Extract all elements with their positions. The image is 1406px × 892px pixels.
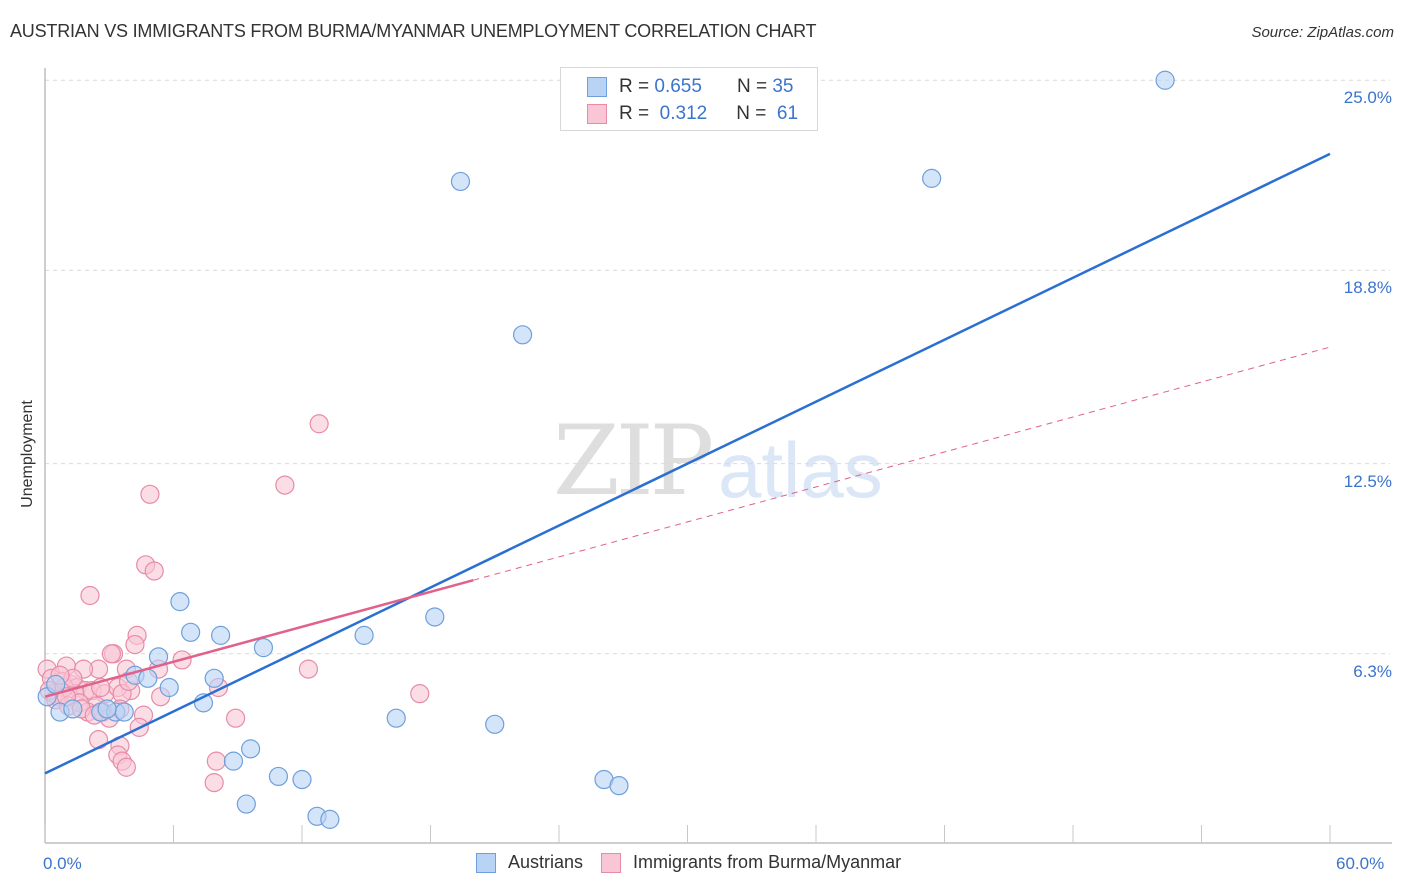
point-austrians xyxy=(292,769,312,790)
point-austrians xyxy=(97,699,117,719)
y-tick-label: 12.5% xyxy=(1343,471,1392,491)
point-immigrants xyxy=(309,414,329,434)
series-austrians-points xyxy=(37,70,1175,829)
point-austrians xyxy=(320,809,340,829)
point-austrians xyxy=(46,674,66,695)
legend-row-austrians: R = 0.655 N = 35 xyxy=(587,76,793,98)
legend-row-immigrants: R = 0.312 N = 61 xyxy=(587,103,798,125)
legend-swatch-pink xyxy=(587,104,607,124)
y-axis-title: Unemployment xyxy=(19,400,36,508)
n-value: 35 xyxy=(772,76,794,97)
point-immigrants xyxy=(144,561,164,581)
point-austrians xyxy=(114,702,134,722)
point-immigrants xyxy=(204,772,224,793)
n-label: N = xyxy=(736,76,768,97)
point-immigrants xyxy=(101,644,121,664)
legend-swatch-blue xyxy=(587,77,607,97)
point-immigrants xyxy=(125,634,145,655)
point-austrians xyxy=(241,739,261,759)
point-austrians xyxy=(223,751,244,771)
point-austrians xyxy=(181,622,201,642)
point-immigrants xyxy=(80,585,100,606)
point-immigrants xyxy=(298,659,319,679)
y-tick-label: 25.0% xyxy=(1343,88,1392,108)
point-austrians xyxy=(211,625,231,645)
point-immigrants xyxy=(88,730,109,750)
point-austrians xyxy=(485,714,505,734)
legend-swatch-pink xyxy=(601,852,622,873)
y-tick-label: 18.8% xyxy=(1343,278,1392,298)
r-label: R = xyxy=(619,76,650,97)
trend-line-immigrants xyxy=(44,578,474,698)
point-immigrants xyxy=(206,751,226,771)
point-immigrants xyxy=(410,684,430,704)
legend-item-immigrants[interactable]: Immigrants from Burma/Myanmar xyxy=(601,852,901,873)
y-tick-label: 6.3% xyxy=(1353,661,1392,681)
legend-swatch-blue xyxy=(476,852,496,873)
r-value: 0.312 xyxy=(659,103,708,124)
point-austrians xyxy=(159,677,179,698)
series-legend: Austrians Immigrants from Burma/Myanmar xyxy=(476,852,919,873)
r-value: 0.655 xyxy=(654,76,702,97)
point-austrians xyxy=(450,171,471,192)
point-austrians xyxy=(138,668,158,688)
point-immigrants xyxy=(275,475,295,495)
gridlines xyxy=(45,79,1390,655)
point-austrians xyxy=(1155,70,1175,90)
point-austrians xyxy=(425,607,445,627)
point-austrians xyxy=(268,766,289,787)
point-austrians xyxy=(922,168,942,188)
legend-label: Immigrants from Burma/Myanmar xyxy=(633,852,902,872)
point-austrians xyxy=(609,776,629,796)
point-austrians xyxy=(236,794,256,814)
scatter-plot xyxy=(37,68,1392,844)
point-austrians xyxy=(512,325,533,345)
point-austrians xyxy=(63,699,83,719)
legend-label: Austrians xyxy=(508,852,584,872)
trend-line-immigrants-extension xyxy=(473,346,1331,581)
x-tick-label-min: 0.0% xyxy=(43,854,82,873)
x-tick-label-max: 60.0% xyxy=(1336,854,1385,873)
series-immigrants-points xyxy=(37,414,430,793)
point-immigrants xyxy=(226,708,246,728)
point-austrians xyxy=(204,668,224,688)
point-austrians xyxy=(253,638,274,658)
correlation-legend: R = 0.655 N = 35 R = 0.312 N = 61 xyxy=(560,67,818,131)
n-value: 61 xyxy=(776,103,799,124)
point-immigrants xyxy=(116,757,136,777)
axes xyxy=(44,68,1392,844)
point-austrians xyxy=(354,625,374,645)
point-austrians xyxy=(386,708,406,728)
point-immigrants xyxy=(140,484,160,504)
r-label: R = xyxy=(619,103,650,124)
legend-item-austrians[interactable]: Austrians xyxy=(476,852,583,873)
n-label: N = xyxy=(736,103,767,124)
point-austrians xyxy=(170,592,190,612)
